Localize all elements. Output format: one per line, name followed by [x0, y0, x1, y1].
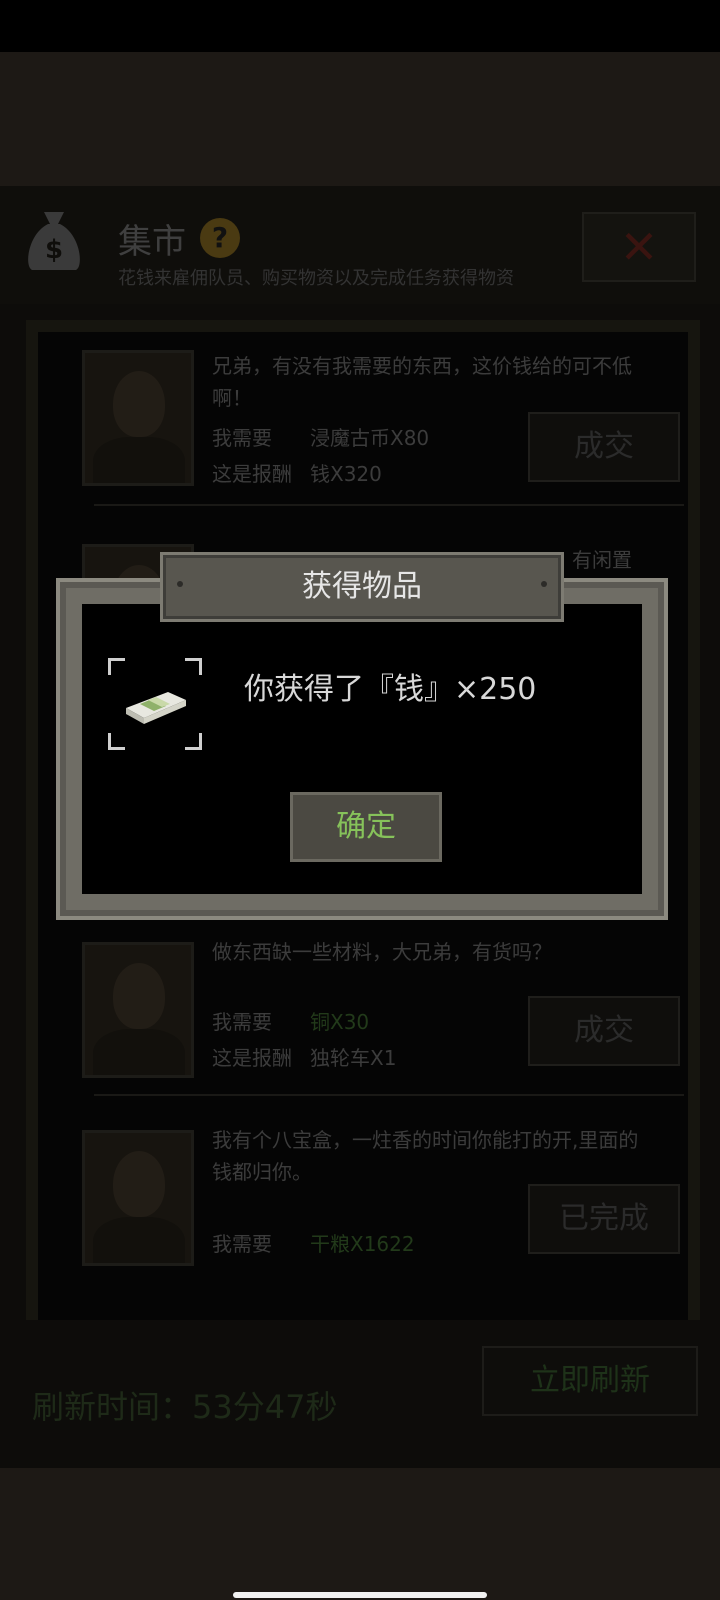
need-label: 我需要 — [212, 1232, 272, 1256]
need-value: 铜X30 — [310, 1010, 370, 1034]
reward-label: 这是报酬 — [212, 1046, 292, 1070]
market-subtitle: 花钱来雇佣队员、购买物资以及完成任务获得物资 — [118, 268, 514, 289]
reward-value: 钱X320 — [310, 462, 382, 486]
offer-text: 我有个八宝盒，一炷香的时间你能打的开,里面的钱都归你。 — [212, 1128, 639, 1184]
refresh-time: 53分47秒 — [192, 1388, 338, 1426]
divider — [94, 504, 684, 506]
reward-value: 独轮车X1 — [310, 1046, 397, 1070]
bottom-dim-area — [0, 1468, 720, 1600]
item-slot — [108, 658, 202, 750]
need-label: 我需要 — [212, 1010, 272, 1034]
offer-text-fragment: 有闲置 — [572, 548, 632, 572]
npc-portrait — [82, 350, 194, 486]
reward-dialog-title: 获得物品 — [302, 569, 422, 604]
need-value: 浸魔古币X80 — [310, 426, 430, 450]
list-item: 兄弟，有没有我需要的东西，这价钱给的可不低啊！ 我需要 浸魔古币X80 这是报酬… — [82, 350, 682, 530]
deal-button[interactable]: 成交 — [528, 412, 680, 482]
reward-label: 这是报酬 — [212, 462, 292, 486]
money-bag-icon: $ — [28, 212, 80, 270]
reward-dialog-title-plate: 获得物品 — [160, 552, 564, 622]
top-dim-area — [0, 52, 720, 186]
divider — [94, 1094, 684, 1096]
refresh-label: 刷新时间： — [32, 1388, 193, 1426]
market-title: 集市 — [118, 222, 186, 262]
need-value: 干粮X1622 — [310, 1232, 415, 1256]
confirm-button[interactable]: 确定 — [290, 792, 442, 862]
close-icon: ✕ — [619, 220, 659, 274]
home-indicator[interactable] — [233, 1592, 487, 1598]
npc-portrait — [82, 942, 194, 1078]
deal-button[interactable]: 成交 — [528, 996, 680, 1066]
help-icon[interactable]: ? — [200, 218, 240, 258]
market-header: $ 集市 ? 花钱来雇佣队员、购买物资以及完成任务获得物资 ✕ — [0, 186, 720, 304]
reward-message: 你获得了『钱』×250 — [244, 672, 537, 707]
npc-portrait — [82, 1130, 194, 1266]
status-bar — [0, 0, 720, 52]
svg-text:$: $ — [45, 235, 63, 265]
offer-text: 做东西缺一些材料，大兄弟，有货吗？ — [212, 940, 552, 964]
list-item: 我有个八宝盒，一炷香的时间你能打的开,里面的钱都归你。 我需要 干粮X1622 … — [82, 1124, 682, 1304]
offer-text: 兄弟，有没有我需要的东西，这价钱给的可不低啊！ — [212, 354, 632, 410]
refresh-now-button[interactable]: 立即刷新 — [482, 1346, 698, 1416]
completed-button[interactable]: 已完成 — [528, 1184, 680, 1254]
refresh-timer: 刷新时间：53分47秒 — [32, 1382, 337, 1428]
need-label: 我需要 — [212, 426, 272, 450]
money-stack-icon — [126, 692, 186, 724]
list-item: 做东西缺一些材料，大兄弟，有货吗？ 我需要 铜X30 这是报酬 独轮车X1 成交 — [82, 936, 682, 1116]
close-button[interactable]: ✕ — [582, 212, 696, 282]
